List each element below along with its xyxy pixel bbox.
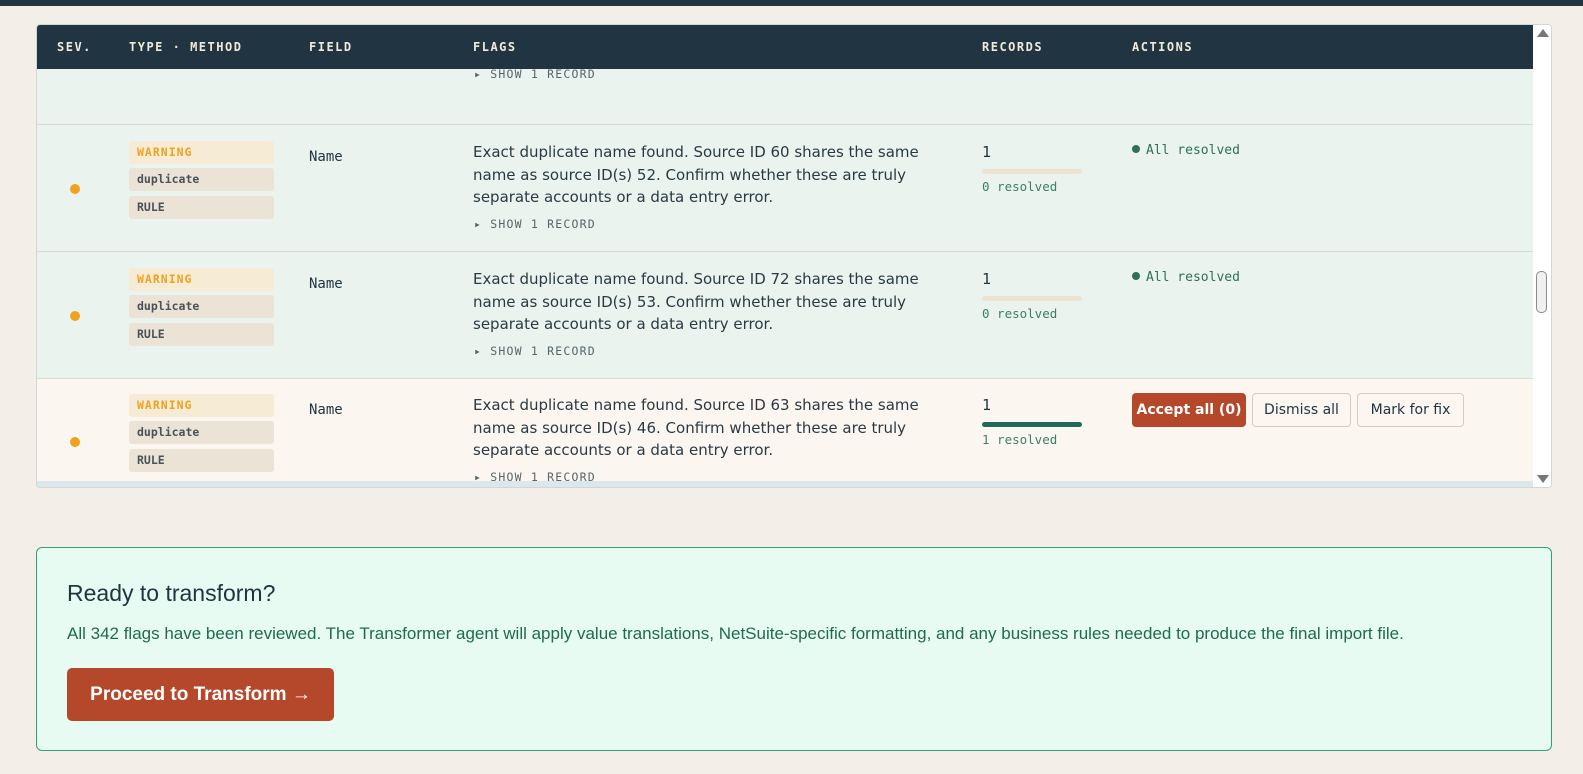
header-records: RECORDS xyxy=(982,40,1044,54)
table-header: SEV. TYPE · METHOD FIELD FLAGS RECORDS A… xyxy=(37,25,1534,69)
header-actions: ACTIONS xyxy=(1132,40,1194,54)
top-bar xyxy=(0,0,1583,6)
cta-title: Ready to transform? xyxy=(67,580,276,606)
record-count: 1 xyxy=(982,270,992,288)
scroll-up-arrow-icon[interactable] xyxy=(1537,29,1549,37)
proceed-to-transform-button[interactable]: Proceed to Transform → xyxy=(67,668,334,721)
type-badge: duplicate xyxy=(129,168,274,191)
resolved-progress-bar xyxy=(982,422,1082,427)
field-name: Name xyxy=(309,402,343,418)
cta-description: All 342 flags have been reviewed. The Tr… xyxy=(67,624,1404,643)
method-badge: RULE xyxy=(129,449,274,472)
flag-description: Exact duplicate name found. Source ID 72… xyxy=(473,270,919,333)
severity-dot xyxy=(70,184,80,194)
all-resolved-status: All resolved xyxy=(1132,270,1240,285)
resolved-count: 1 resolved xyxy=(982,432,1058,447)
scroll-down-arrow-icon[interactable] xyxy=(1537,475,1549,483)
resolved-count: 0 resolved xyxy=(982,306,1058,321)
field-name: Name xyxy=(309,276,343,292)
resolved-progress-bar xyxy=(982,169,1082,174)
show-records-toggle[interactable]: ▸ SHOW 1 RECORD xyxy=(474,217,596,231)
resolved-progress-fill xyxy=(982,422,1082,427)
table-row: WARNING duplicate RULE Name Exact duplic… xyxy=(37,125,1534,252)
mark-for-fix-button[interactable]: Mark for fix xyxy=(1357,393,1464,427)
table-row: WARNING duplicate RULE Name Exact duplic… xyxy=(37,252,1534,379)
method-badge: RULE xyxy=(129,196,274,219)
show-records-toggle[interactable]: ▸ SHOW 1 RECORD xyxy=(474,344,596,358)
table-scrollbar[interactable] xyxy=(1533,25,1551,487)
resolved-progress-bar xyxy=(982,296,1082,301)
record-count: 1 xyxy=(982,396,992,414)
severity-badge: WARNING xyxy=(129,141,274,164)
severity-dot xyxy=(70,311,80,321)
header-field: FIELD xyxy=(309,40,353,54)
all-resolved-label: All resolved xyxy=(1146,270,1240,285)
flags-table: ▸ SHOW 1 RECORD WARNING duplicate RULE N… xyxy=(36,24,1552,488)
ready-to-transform-panel: Ready to transform? All 342 flags have b… xyxy=(36,547,1552,751)
record-count: 1 xyxy=(982,143,992,161)
severity-badge: WARNING xyxy=(129,268,274,291)
header-flags: FLAGS xyxy=(473,40,517,54)
table-row: ▸ SHOW 1 RECORD xyxy=(37,67,1534,125)
table-row: WARNING duplicate RULE Name Exact duplic… xyxy=(37,379,1534,487)
severity-badge: WARNING xyxy=(129,394,274,417)
status-dot xyxy=(1132,272,1140,280)
flag-description: Exact duplicate name found. Source ID 60… xyxy=(473,143,919,206)
type-badge: duplicate xyxy=(129,421,274,444)
dismiss-all-button[interactable]: Dismiss all xyxy=(1252,393,1351,427)
type-badge: duplicate xyxy=(129,295,274,318)
scrollbar-thumb[interactable] xyxy=(1536,271,1547,313)
header-type-method: TYPE · METHOD xyxy=(129,40,243,54)
header-severity: SEV. xyxy=(57,40,92,54)
severity-dot xyxy=(70,437,80,447)
method-badge: RULE xyxy=(129,323,274,346)
flag-description: Exact duplicate name found. Source ID 63… xyxy=(473,396,919,459)
table-bottom-edge xyxy=(37,481,1534,487)
all-resolved-label: All resolved xyxy=(1146,143,1240,158)
show-records-toggle[interactable]: ▸ SHOW 1 RECORD xyxy=(474,67,596,81)
accept-all-button[interactable]: Accept all (0) xyxy=(1132,393,1246,427)
field-name: Name xyxy=(309,149,343,165)
status-dot xyxy=(1132,145,1140,153)
resolved-count: 0 resolved xyxy=(982,179,1058,194)
all-resolved-status: All resolved xyxy=(1132,143,1240,158)
